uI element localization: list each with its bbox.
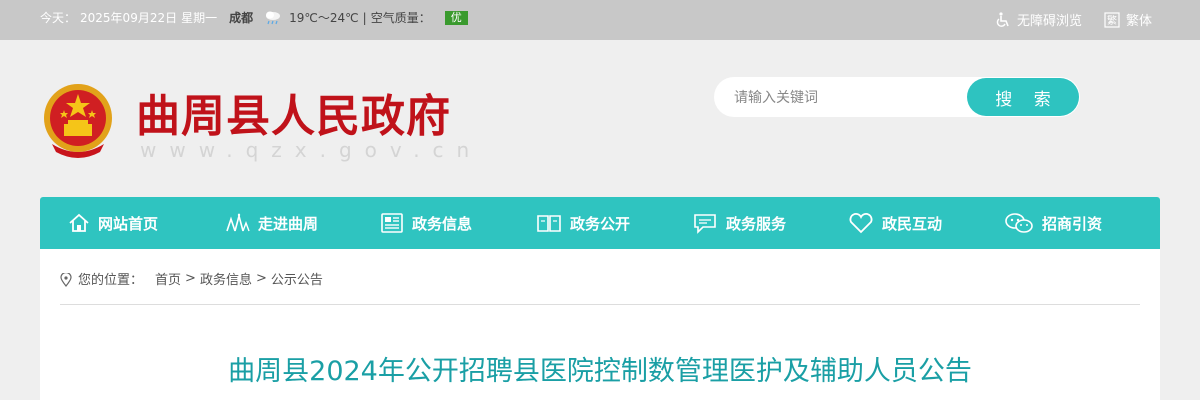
nav-item-label: 政务信息 [412, 214, 473, 233]
site-domain: www.qzx.gov.cn [140, 138, 483, 162]
rain-cloud-icon [266, 11, 281, 24]
landmark-icon [226, 213, 250, 232]
air-quality-label: 空气质量： [370, 11, 431, 25]
search-input[interactable] [714, 77, 966, 117]
breadcrumb-separator: > [255, 271, 267, 286]
nav-item-open[interactable]: 政务公开 [536, 197, 692, 249]
content-panel: 您的位置： 首页 > 政务信息 > 公示公告 曲周县2024年公开招聘县医院控制… [40, 249, 1160, 400]
breadcrumb-label: 您的位置： [78, 273, 144, 288]
nav-item-label: 网站首页 [98, 214, 159, 233]
nav-item-label: 政务服务 [726, 214, 787, 233]
nav-item-about[interactable]: 走进曲周 [224, 197, 380, 249]
nav-item-service[interactable]: 政务服务 [692, 197, 848, 249]
wechat-icon [1005, 213, 1033, 233]
national-emblem-icon [44, 84, 112, 158]
home-icon [69, 213, 89, 232]
accessibility-label: 无障碍浏览 [1016, 14, 1082, 29]
temperature-text: 19℃～24℃ [289, 11, 359, 25]
site-title: 曲周县人民政府 [136, 91, 451, 142]
info-separator: | [362, 10, 367, 25]
city-name: 成都 [229, 11, 254, 25]
nav-item-label: 走进曲周 [258, 214, 319, 233]
nav-item-label: 政民互动 [882, 214, 943, 233]
nav-item-label: 招商引资 [1042, 214, 1103, 233]
top-info-bar: 今天： 2025年09月22日 星期一 成都 19℃～24℃ | 空气质量： 优… [0, 0, 1200, 40]
open-book-icon [537, 215, 561, 232]
wheelchair-icon [996, 11, 1009, 27]
breadcrumb-separator: > [185, 271, 196, 286]
traditional-chinese-link[interactable]: 繁 繁体 [1104, 10, 1152, 29]
accessibility-link[interactable]: 无障碍浏览 [995, 10, 1082, 29]
breadcrumb-notice[interactable]: 公示公告 [271, 269, 323, 288]
nav-item-investment[interactable]: 招商引资 [1004, 197, 1134, 249]
heart-icon [849, 213, 873, 234]
nav-item-interaction[interactable]: 政民互动 [848, 197, 1004, 249]
svg-text:繁: 繁 [1107, 14, 1117, 27]
date-weather-info: 今天： 2025年09月22日 星期一 成都 19℃～24℃ | 空气质量： 优 [40, 9, 472, 26]
breadcrumb-divider [60, 304, 1140, 305]
nav-item-label: 政务公开 [570, 214, 631, 233]
traditional-chinese-icon: 繁 [1104, 11, 1120, 28]
search-button[interactable]: 搜 索 [967, 78, 1079, 116]
chat-icon [694, 214, 716, 234]
article-title: 曲周县2024年公开招聘县医院控制数管理医护及辅助人员公告 [228, 356, 972, 387]
top-links: 无障碍浏览 繁 繁体 [973, 10, 1152, 29]
breadcrumb: 您的位置： 首页 > 政务信息 > 公示公告 [60, 269, 323, 288]
breadcrumb-news[interactable]: 政务信息 [200, 269, 252, 288]
nav-item-home[interactable]: 网站首页 [68, 197, 224, 249]
breadcrumb-home[interactable]: 首页 [155, 269, 181, 288]
main-nav: 网站首页 走进曲周 政务信息 政务公开 政务服务 政民互动 招商引资 [40, 197, 1160, 249]
location-pin-icon [60, 272, 72, 287]
date-text: 2025年09月22日 [80, 11, 178, 25]
weekday-text: 星期一 [181, 11, 218, 25]
search-box: 搜 索 [714, 77, 1080, 117]
nav-item-news[interactable]: 政务信息 [380, 197, 536, 249]
date-label: 今天： [40, 11, 77, 25]
newspaper-icon [381, 213, 403, 233]
traditional-label: 繁体 [1125, 14, 1152, 29]
air-quality-badge: 优 [444, 10, 468, 25]
